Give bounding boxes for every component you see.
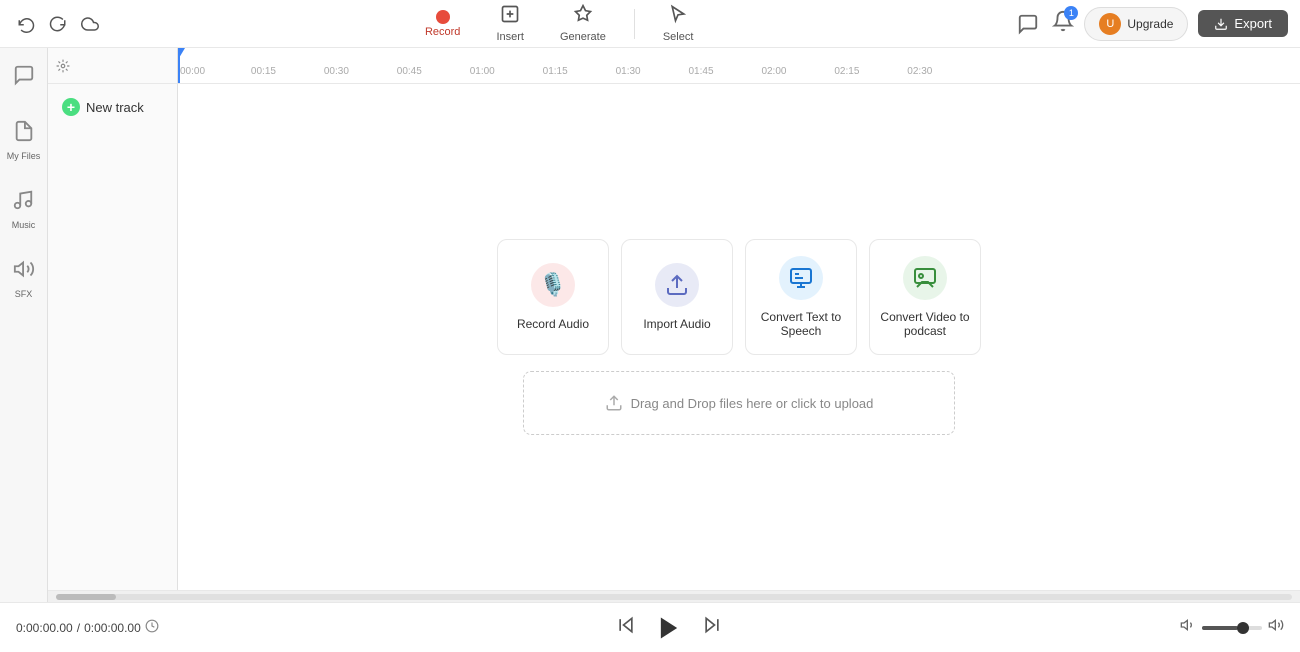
- play-button[interactable]: [652, 611, 686, 645]
- timeline-ruler: 00:00 00:15 00:30 00:45 01:00 01:15 01:3…: [178, 48, 1300, 84]
- volume-slider[interactable]: [1202, 626, 1262, 630]
- scrollbar-thumb[interactable]: [56, 594, 116, 600]
- music-icon: [12, 189, 34, 217]
- top-bar: Record Insert Generate Select 1: [0, 0, 1300, 48]
- new-track-label: New track: [86, 100, 144, 115]
- chat-button[interactable]: [1014, 10, 1042, 38]
- record-icon: [436, 10, 450, 24]
- record-toolbar-item[interactable]: Record: [417, 6, 468, 42]
- track-panel: + New track: [48, 84, 178, 590]
- scrollbar-track: [56, 594, 1292, 600]
- top-bar-right: 1 U Upgrade Export: [1014, 7, 1288, 41]
- cards-row: 🎙️ Record Audio Import Audio: [497, 239, 981, 355]
- select-label: Select: [663, 31, 694, 43]
- ts-0130: 01:30: [616, 66, 641, 77]
- upgrade-button[interactable]: U Upgrade: [1084, 7, 1188, 41]
- insert-icon: [500, 4, 520, 29]
- ts-0045: 00:45: [397, 66, 422, 77]
- import-audio-label: Import Audio: [643, 317, 710, 331]
- insert-toolbar-item[interactable]: Insert: [488, 0, 532, 47]
- ts-0015: 00:15: [251, 66, 276, 77]
- total-time: 0:00:00.00: [84, 621, 141, 635]
- rewind-button[interactable]: [616, 615, 636, 640]
- generate-toolbar-item[interactable]: Generate: [552, 0, 614, 47]
- notification-button[interactable]: 1: [1052, 10, 1074, 37]
- bottom-bar: 0:00:00.00 / 0:00:00.00: [0, 602, 1300, 652]
- sidebar-item-my-files[interactable]: My Files: [3, 116, 45, 165]
- sfx-icon: [13, 258, 35, 286]
- fast-forward-button[interactable]: [702, 615, 722, 640]
- main-content: My Files Music SFX: [0, 48, 1300, 602]
- record-audio-card[interactable]: 🎙️ Record Audio: [497, 239, 609, 355]
- chat-icon: [13, 64, 35, 92]
- sidebar-item-music-label: Music: [12, 220, 36, 230]
- volume-fill: [1202, 626, 1238, 630]
- convert-text-card[interactable]: Convert Text to Speech: [745, 239, 857, 355]
- convert-text-label: Convert Text to Speech: [756, 310, 846, 338]
- time-sep: /: [77, 621, 80, 635]
- playhead-head: [178, 48, 185, 58]
- upload-icon: [605, 394, 623, 412]
- ts-0000: 00:00: [180, 66, 205, 77]
- timer-settings-button[interactable]: [145, 619, 159, 636]
- cloud-save-button[interactable]: [76, 10, 104, 38]
- import-audio-icon: [655, 263, 699, 307]
- sidebar: My Files Music SFX: [0, 48, 48, 602]
- user-avatar: U: [1099, 13, 1121, 35]
- ts-0200: 02:00: [761, 66, 786, 77]
- convert-video-label: Convert Video to podcast: [880, 310, 970, 338]
- toolbar-divider: [634, 9, 635, 39]
- export-label: Export: [1234, 16, 1272, 31]
- sidebar-item-my-files-label: My Files: [7, 151, 41, 161]
- ts-0145: 01:45: [689, 66, 714, 77]
- toolbar: Record Insert Generate Select: [112, 0, 1006, 47]
- time-display: 0:00:00.00 / 0:00:00.00: [16, 619, 159, 636]
- current-time: 0:00:00.00: [16, 621, 73, 635]
- upgrade-label: Upgrade: [1127, 17, 1173, 31]
- convert-video-card[interactable]: Convert Video to podcast: [869, 239, 981, 355]
- sidebar-item-sfx-label: SFX: [15, 289, 33, 299]
- drop-zone[interactable]: Drag and Drop files here or click to upl…: [523, 371, 955, 435]
- ts-0030: 00:30: [324, 66, 349, 77]
- track-panel-header: [48, 48, 178, 84]
- redo-button[interactable]: [44, 10, 72, 38]
- insert-label: Insert: [496, 31, 524, 43]
- ts-0230: 02:30: [907, 66, 932, 77]
- content-area: 🎙️ Record Audio Import Audio: [178, 84, 1300, 590]
- transport-controls: [616, 611, 722, 645]
- record-label: Record: [425, 26, 460, 38]
- ruler-ticks: 00:00 00:15 00:30 00:45 01:00 01:15 01:3…: [178, 48, 1300, 83]
- timeline-scrollbar[interactable]: [48, 590, 1300, 602]
- new-track-button[interactable]: + New track: [56, 94, 169, 120]
- action-cards-container: 🎙️ Record Audio Import Audio: [497, 239, 981, 435]
- generate-icon: [573, 4, 593, 29]
- undo-button[interactable]: [12, 10, 40, 38]
- record-audio-label: Record Audio: [517, 317, 589, 331]
- drop-zone-label: Drag and Drop files here or click to upl…: [631, 396, 874, 411]
- volume-controls: [1180, 617, 1284, 638]
- export-button[interactable]: Export: [1198, 10, 1288, 37]
- convert-text-icon: [779, 256, 823, 300]
- volume-up-button[interactable]: [1268, 617, 1284, 638]
- ts-0100: 01:00: [470, 66, 495, 77]
- select-icon: [668, 4, 688, 29]
- playhead: [178, 48, 180, 83]
- generate-label: Generate: [560, 31, 606, 43]
- plus-icon: +: [62, 98, 80, 116]
- ts-0215: 02:15: [834, 66, 859, 77]
- record-audio-icon: 🎙️: [531, 263, 575, 307]
- volume-down-button[interactable]: [1180, 617, 1196, 638]
- sidebar-item-chat[interactable]: [9, 60, 39, 96]
- notification-badge: 1: [1064, 6, 1078, 20]
- select-toolbar-item[interactable]: Select: [655, 0, 702, 47]
- sidebar-item-music[interactable]: Music: [8, 185, 40, 234]
- import-audio-card[interactable]: Import Audio: [621, 239, 733, 355]
- ts-0115: 01:15: [543, 66, 568, 77]
- volume-thumb: [1237, 622, 1249, 634]
- convert-video-icon: [903, 256, 947, 300]
- nav-controls: [12, 10, 104, 38]
- files-icon: [13, 120, 35, 148]
- sidebar-item-sfx[interactable]: SFX: [9, 254, 39, 303]
